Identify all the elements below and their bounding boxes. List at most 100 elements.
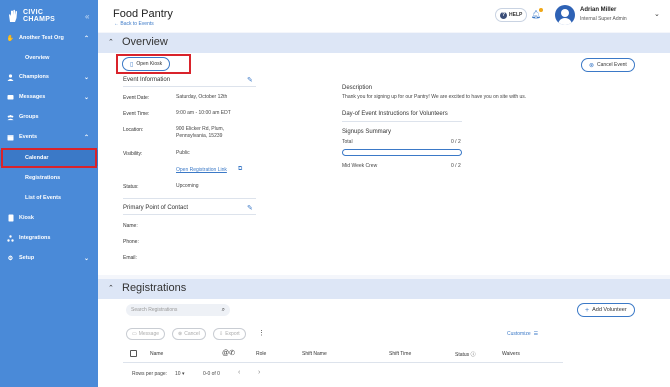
- chevron-up-icon: ⌃: [84, 134, 90, 141]
- add-volunteer-button[interactable]: + Add Volunteer: [577, 303, 635, 317]
- chevron-down-icon[interactable]: ⌄: [654, 10, 660, 18]
- sidebar-item-setup[interactable]: ⚙ Setup ⌄: [0, 250, 98, 266]
- sidebar-item-integrations[interactable]: Integrations: [0, 230, 98, 246]
- gear-icon: ⚙: [7, 255, 14, 262]
- column-header-role[interactable]: Role: [256, 351, 266, 357]
- sidebar: CIVIC CHAMPS « ✋ Another Test Org ⌃ Over…: [0, 0, 98, 387]
- phone-icon: ✆: [229, 350, 235, 357]
- cancel-circle-icon: ⊗: [178, 331, 183, 337]
- sidebar-item-label: Events: [19, 134, 38, 140]
- edit-pencil-icon[interactable]: ✎: [247, 76, 253, 84]
- chevron-up-icon[interactable]: ⌃: [108, 284, 114, 292]
- edit-pencil-icon[interactable]: ✎: [247, 204, 253, 212]
- message-icon: [7, 94, 14, 101]
- calendar-highlight-box: [1, 148, 97, 168]
- tablet-icon: [7, 214, 14, 222]
- chevron-down-icon: ⌄: [84, 74, 90, 81]
- export-button[interactable]: ⇩ Export: [213, 328, 246, 340]
- integrations-icon: [7, 234, 14, 242]
- plus-icon: +: [585, 306, 590, 314]
- select-all-checkbox[interactable]: [130, 350, 137, 357]
- prev-page-icon[interactable]: ‹: [238, 369, 240, 376]
- divider: [123, 214, 256, 215]
- user-role: Internal Super Admin: [580, 16, 627, 22]
- sidebar-item-label: Champions: [19, 74, 49, 80]
- instructions-heading: Day-of Event Instructions for Volunteers: [342, 111, 448, 117]
- columns-icon: ☰: [533, 331, 539, 337]
- help-button[interactable]: ? HELP: [495, 8, 528, 22]
- search-input[interactable]: Search Registrations ⌕: [126, 304, 230, 316]
- column-header-shift-name[interactable]: Shift Name: [302, 351, 327, 357]
- contact-heading: Primary Point of Contact: [123, 205, 189, 211]
- chevron-down-icon: ⌄: [84, 94, 90, 101]
- logo-text: CIVIC CHAMPS: [23, 9, 55, 23]
- avatar-body: [558, 18, 572, 25]
- page-header: Food Pantry ← Back to Events ? HELP 🔔︎ A…: [98, 0, 670, 32]
- sidebar-item-label: Integrations: [19, 235, 51, 241]
- sidebar-item-groups[interactable]: Groups: [0, 109, 98, 125]
- column-header-status[interactable]: Status ⓘ: [455, 351, 476, 358]
- visibility-label: Visibility:: [123, 151, 143, 157]
- sidebar-item-label: Another Test Org: [19, 35, 64, 41]
- search-icon[interactable]: ⌕: [222, 307, 225, 314]
- registrations-section-header[interactable]: ⌃ Registrations: [98, 279, 670, 299]
- logo-text-line-1: CIVIC: [23, 9, 44, 16]
- sidebar-item-kiosk[interactable]: Kiosk: [0, 210, 98, 226]
- event-date-label: Event Date:: [123, 95, 150, 101]
- cancel-button[interactable]: ⊗ Cancel: [172, 328, 206, 340]
- description-heading: Description: [342, 85, 373, 91]
- sidebar-item-label: Registrations: [25, 175, 61, 181]
- rows-per-page-select[interactable]: 10 ▾: [175, 371, 184, 377]
- mid-week-value: 0 / 2: [451, 163, 461, 169]
- page-range: 0-0 of 0: [203, 371, 220, 377]
- customize-button[interactable]: Customize ☰: [507, 331, 538, 337]
- sidebar-item-label: Setup: [19, 255, 35, 261]
- cancel-event-label: Cancel Event: [597, 62, 627, 68]
- column-header-contact[interactable]: @✆: [222, 349, 235, 357]
- next-page-icon[interactable]: ›: [258, 369, 260, 376]
- sidebar-item-registrations[interactable]: Registrations: [0, 170, 98, 186]
- sidebar-item-events[interactable]: Events ⌃: [0, 129, 98, 145]
- more-options-icon[interactable]: ⋮: [258, 329, 265, 337]
- open-registration-link[interactable]: Open Registration Link: [176, 167, 227, 174]
- copy-icon[interactable]: ⧉: [238, 166, 242, 173]
- help-label: HELP: [509, 12, 523, 18]
- status-value: Upcoming: [176, 183, 199, 189]
- location-line-1: 900 Elicker Rd, Plum,: [176, 126, 225, 132]
- overview-section-header[interactable]: ⌃ Overview: [98, 33, 670, 53]
- collapse-sidebar-icon[interactable]: «: [85, 12, 89, 21]
- avatar[interactable]: [555, 5, 575, 25]
- sidebar-item-label: Groups: [19, 114, 39, 120]
- calendar-icon: [7, 134, 14, 141]
- chevron-up-icon: ⌃: [84, 35, 90, 42]
- contact-email-label: Email:: [123, 255, 137, 261]
- sidebar-item-label: List of Events: [25, 195, 62, 201]
- overview-title: Overview: [122, 36, 168, 48]
- open-kiosk-highlight-box: [116, 54, 191, 74]
- column-header-waivers[interactable]: Waivers: [502, 351, 520, 357]
- sidebar-item-list-of-events[interactable]: List of Events: [0, 190, 98, 206]
- logo[interactable]: CIVIC CHAMPS: [7, 9, 55, 23]
- cancel-circle-icon: ⊗: [589, 62, 595, 69]
- divider: [123, 198, 256, 199]
- avatar-head: [561, 9, 569, 17]
- sidebar-item-messages[interactable]: Messages ⌄: [0, 89, 98, 105]
- sidebar-item-champions[interactable]: Champions ⌄: [0, 69, 98, 85]
- column-header-shift-time[interactable]: Shift Time: [389, 351, 411, 357]
- rows-per-page-value: 10: [175, 371, 181, 377]
- cancel-event-button[interactable]: ⊗ Cancel Event: [581, 58, 635, 72]
- back-to-events-link[interactable]: ← Back to Events: [114, 21, 154, 27]
- total-progress-bar: [342, 149, 462, 156]
- export-label: Export: [225, 331, 240, 337]
- cancel-label: Cancel: [184, 331, 200, 337]
- message-button[interactable]: ▭ Message: [126, 328, 166, 340]
- message-icon: ▭: [132, 331, 137, 337]
- sidebar-item-org[interactable]: ✋ Another Test Org ⌃: [0, 30, 98, 46]
- column-header-name[interactable]: Name: [150, 351, 163, 357]
- sidebar-item-overview[interactable]: Overview: [0, 50, 98, 66]
- chevron-up-icon[interactable]: ⌃: [108, 38, 114, 46]
- contact-name-label: Name:: [123, 223, 138, 229]
- caret-down-icon: ▾: [181, 371, 185, 377]
- hand-logo-icon: [9, 9, 17, 22]
- chevron-down-icon: ⌄: [84, 255, 90, 262]
